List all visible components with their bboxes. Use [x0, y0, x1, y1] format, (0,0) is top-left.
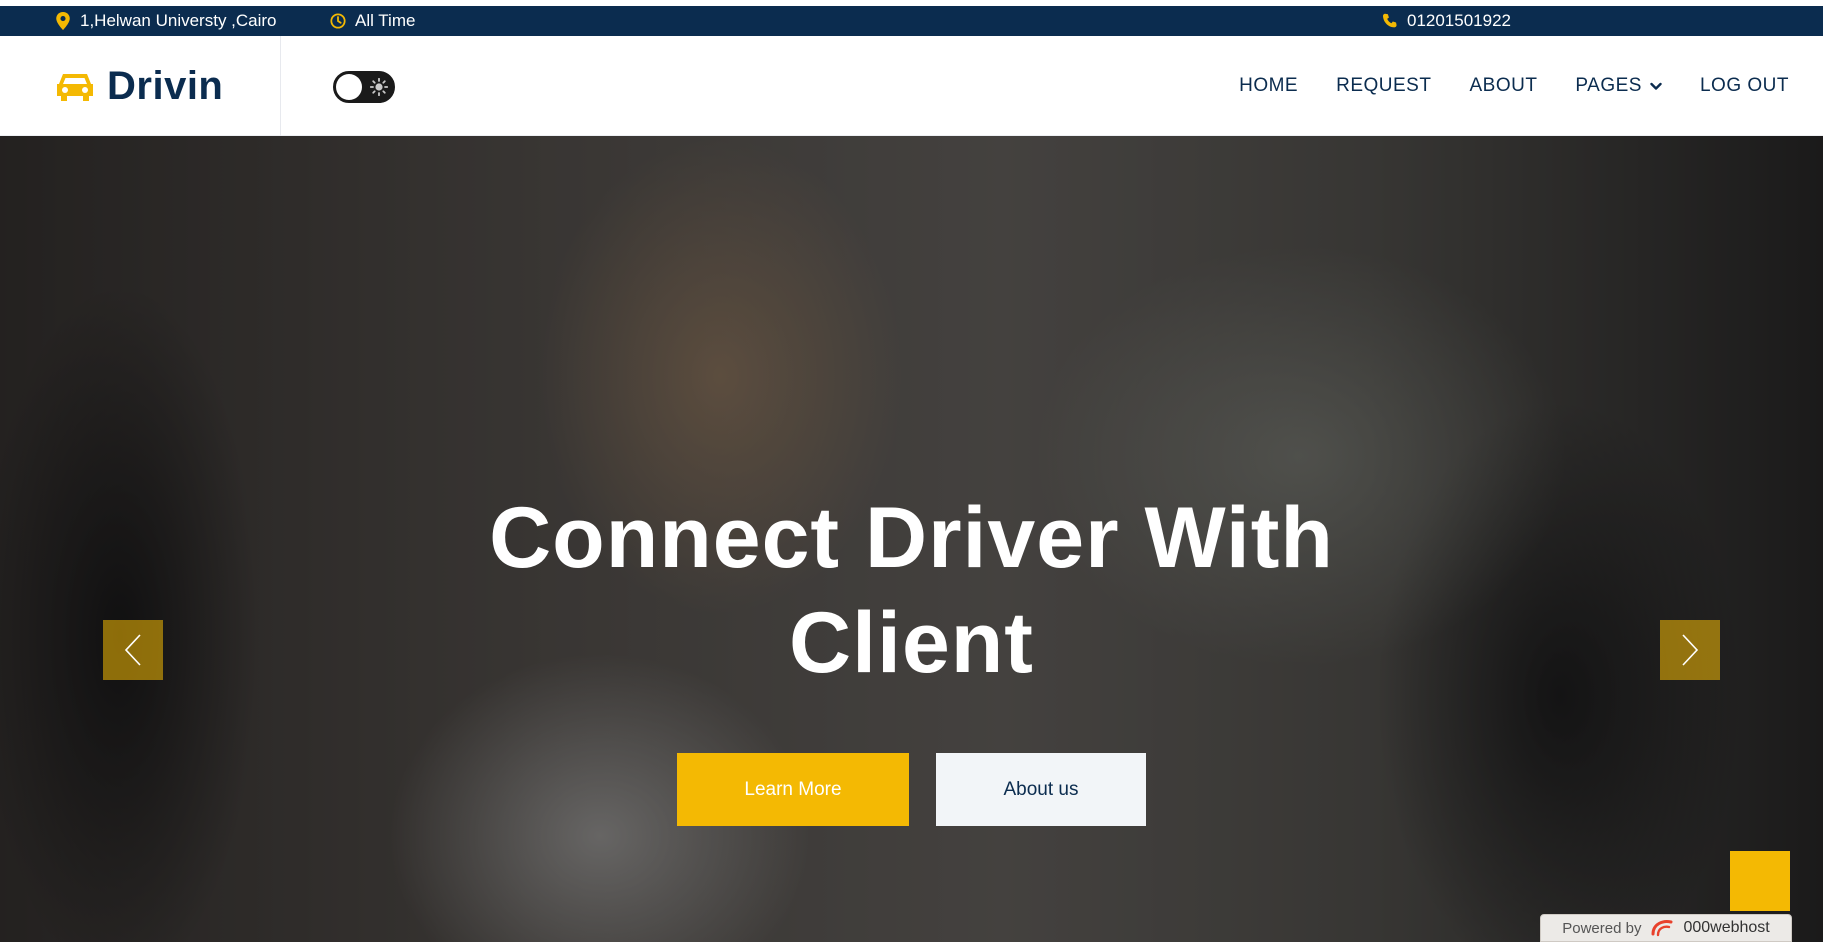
- toggle-knob: [336, 74, 362, 100]
- nav-pages-label: PAGES: [1575, 75, 1642, 96]
- car-icon: [57, 74, 93, 101]
- hero-title: Connect Driver With Client: [489, 490, 1334, 691]
- chevron-down-icon: [1650, 82, 1662, 90]
- hours-text: All Time: [355, 11, 416, 30]
- learn-more-button[interactable]: Learn More: [677, 753, 909, 826]
- about-us-button[interactable]: About us: [936, 753, 1146, 826]
- phone-info[interactable]: 01201501922: [1382, 6, 1511, 36]
- location-pin-icon: [56, 12, 70, 30]
- main-navbar: Drivin HOME REQUEST ABOUT PAGES LOG OUT: [0, 36, 1823, 136]
- phone-icon: [1382, 13, 1397, 28]
- nav-menu: HOME REQUEST ABOUT PAGES LOG OUT: [1201, 36, 1789, 136]
- carousel-prev-button[interactable]: [103, 620, 163, 680]
- address-info: 1,Helwan Universty ,Cairo: [55, 6, 277, 36]
- chevron-right-icon: [1682, 634, 1699, 666]
- webhost-name: 000webhost: [1683, 919, 1770, 936]
- clock-icon: [330, 13, 346, 29]
- nav-pages-dropdown[interactable]: PAGES: [1575, 75, 1662, 97]
- chevron-left-icon: [124, 634, 141, 666]
- webhost-logo-icon: [1651, 920, 1673, 937]
- theme-toggle[interactable]: [333, 71, 395, 103]
- nav-logout[interactable]: LOG OUT: [1700, 75, 1789, 97]
- nav-request[interactable]: REQUEST: [1336, 75, 1431, 97]
- sun-icon: [370, 78, 388, 96]
- back-to-top-button[interactable]: [1730, 851, 1790, 911]
- powered-by-text: Powered by: [1562, 919, 1642, 937]
- page: 1,Helwan Universty ,Cairo All Time 01201…: [0, 0, 1823, 942]
- nav-about[interactable]: ABOUT: [1469, 75, 1537, 97]
- hours-info: All Time: [330, 6, 415, 36]
- address-text: 1,Helwan Universty ,Cairo: [80, 11, 277, 30]
- nav-home[interactable]: HOME: [1239, 75, 1298, 97]
- brand-name: Drivin: [107, 63, 224, 108]
- brand-divider: [280, 36, 281, 136]
- powered-by-badge[interactable]: Powered by 000webhost: [1540, 914, 1792, 942]
- phone-text[interactable]: 01201501922: [1407, 11, 1511, 31]
- hero-carousel: Connect Driver With Client Learn More Ab…: [0, 136, 1823, 942]
- top-info-bar: 1,Helwan Universty ,Cairo All Time 01201…: [0, 6, 1823, 36]
- brand-logo[interactable]: Drivin: [55, 36, 223, 136]
- carousel-next-button[interactable]: [1660, 620, 1720, 680]
